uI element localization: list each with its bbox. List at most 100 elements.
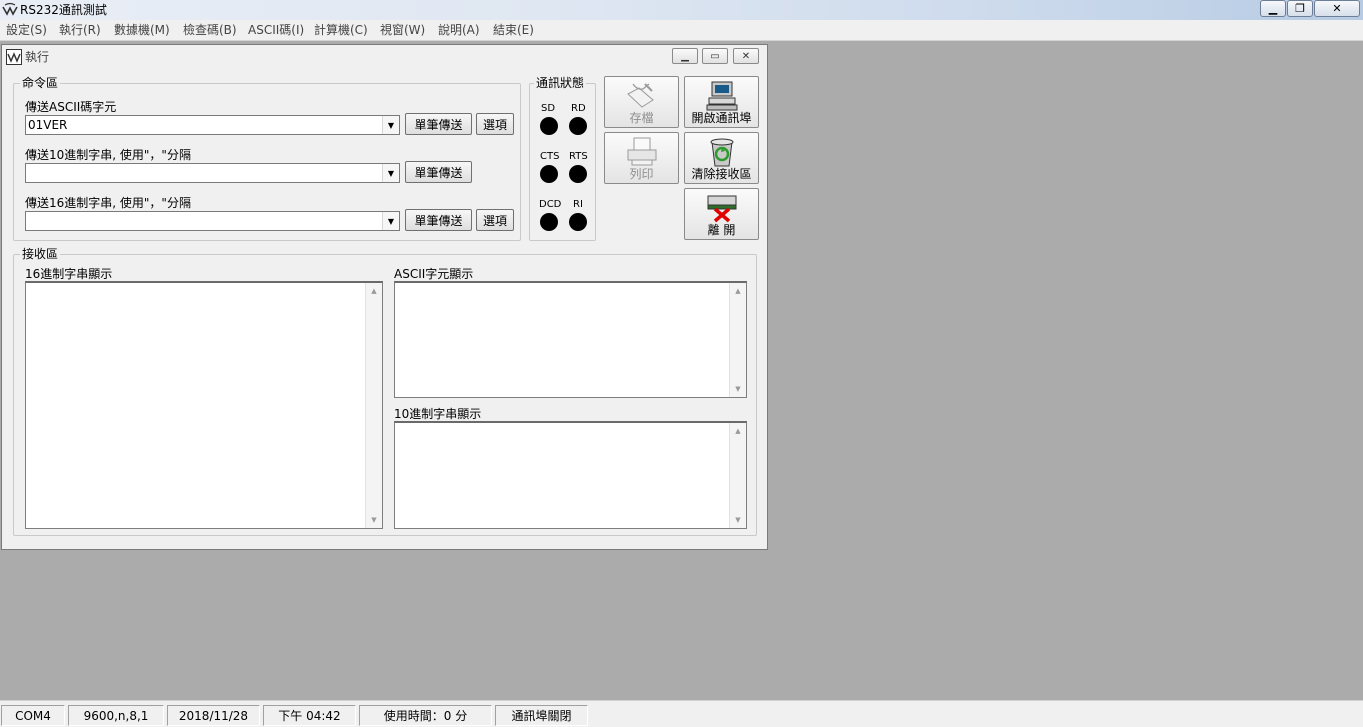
menu-execute[interactable]: 執行(R) (59, 23, 101, 37)
close-icon: ✕ (741, 50, 751, 62)
receive-area: 接收區 16進制字串顯示 ▲ ▼ ASCII字元顯示 ▲ ▼ 10進制字串顯示 … (13, 247, 757, 536)
dcd-indicator (540, 213, 558, 231)
open-port-label: 開啟通訊埠 (691, 111, 752, 125)
menu-checksum[interactable]: 檢查碼(B) (183, 23, 237, 37)
scroll-up-icon[interactable]: ▲ (730, 287, 746, 295)
rd-label: RD (571, 103, 586, 114)
menu-settings[interactable]: 設定(S) (6, 23, 47, 37)
rts-indicator (569, 165, 587, 183)
scroll-down-icon[interactable]: ▼ (366, 516, 382, 524)
cts-label: CTS (540, 151, 560, 162)
status-time: 下午 04:42 (263, 705, 356, 726)
chevron-down-icon[interactable]: ▼ (382, 164, 399, 182)
hex-send-button[interactable]: 單筆傳送 (405, 209, 472, 231)
ascii-send-label: 傳送ASCII碼字元 (25, 100, 117, 114)
hex-combo[interactable]: ▼ (25, 211, 400, 231)
chevron-down-icon[interactable]: ▼ (382, 116, 399, 134)
save-button[interactable]: 存檔 (604, 76, 679, 128)
ascii-display-label: ASCII字元顯示 (394, 267, 474, 281)
title-bar: RS232通訊測試 ▁ ❐ ✕ (0, 0, 1363, 20)
child-logo-icon (6, 49, 22, 65)
recycle-bin-icon (710, 138, 734, 167)
ri-label: RI (573, 199, 583, 210)
leave-button[interactable]: 離 開 (684, 188, 759, 240)
clear-receive-button[interactable]: 清除接收區 (684, 132, 759, 184)
status-date: 2018/11/28 (167, 705, 260, 726)
status-settings: 9600,n,8,1 (68, 705, 164, 726)
hex-display-scrollbar[interactable]: ▲ ▼ (365, 283, 382, 528)
close-button[interactable]: ✕ (1314, 0, 1360, 17)
status-bar: COM4 9600,n,8,1 2018/11/28 下午 04:42 使用時間… (0, 700, 1363, 727)
menu-exit[interactable]: 結束(E) (493, 23, 534, 37)
child-title: 執行 (25, 50, 50, 64)
dec-display[interactable]: ▲ ▼ (394, 421, 747, 529)
receive-area-title: 接收區 (20, 247, 61, 261)
disconnect-icon (707, 195, 737, 223)
ascii-display-scrollbar[interactable]: ▲ ▼ (729, 283, 746, 397)
command-area: 命令區 傳送ASCII碼字元 ▼ 單筆傳送 選項 傳送10進制字串, 使用"，"… (13, 76, 521, 241)
dec-display-label: 10進制字串顯示 (394, 407, 482, 421)
clear-receive-label: 清除接收區 (691, 167, 752, 181)
status-port: COM4 (1, 705, 65, 726)
scroll-down-icon[interactable]: ▼ (730, 385, 746, 393)
hex-options-button[interactable]: 選項 (476, 209, 514, 231)
save-icon (627, 83, 654, 108)
menu-ascii[interactable]: ASCII碼(I) (248, 23, 304, 37)
scroll-down-icon[interactable]: ▼ (730, 516, 746, 524)
maximize-icon: ▭ (710, 50, 720, 62)
ascii-send-button[interactable]: 單筆傳送 (405, 113, 472, 135)
command-area-title: 命令區 (20, 76, 61, 90)
close-icon: ✕ (1332, 2, 1342, 15)
hex-display-label: 16進制字串顯示 (25, 267, 113, 281)
ri-indicator (569, 213, 587, 231)
sd-indicator (540, 117, 558, 135)
rd-indicator (569, 117, 587, 135)
hex-display[interactable]: ▲ ▼ (25, 281, 383, 529)
menu-help[interactable]: 說明(A) (438, 23, 480, 37)
sd-label: SD (541, 103, 556, 114)
hex-input[interactable] (26, 212, 383, 230)
dec-input[interactable] (26, 164, 383, 182)
minimize-icon: ▁ (681, 50, 689, 62)
computer-icon (706, 81, 738, 111)
minimize-icon: ▁ (1268, 2, 1278, 15)
minimize-button[interactable]: ▁ (1260, 0, 1286, 17)
status-usage: 使用時間：0 分 (359, 705, 492, 726)
dec-send-label: 傳送10進制字串, 使用"，"分隔 (25, 148, 191, 162)
scroll-up-icon[interactable]: ▲ (366, 287, 382, 295)
ascii-display[interactable]: ▲ ▼ (394, 281, 747, 398)
app-logo-icon (2, 2, 18, 16)
printer-icon (627, 137, 657, 166)
dec-send-button[interactable]: 單筆傳送 (405, 161, 472, 183)
cts-indicator (540, 165, 558, 183)
child-minimize-button[interactable]: ▁ (672, 48, 698, 64)
child-title-bar: 執行 ▁ ▭ ✕ (2, 45, 767, 69)
restore-button[interactable]: ❐ (1287, 0, 1313, 17)
scroll-up-icon[interactable]: ▲ (730, 427, 746, 435)
comm-status-title: 通訊狀態 (534, 76, 587, 90)
ascii-input[interactable] (26, 116, 383, 134)
leave-label: 離 開 (707, 223, 736, 237)
app-title: RS232通訊測試 (20, 3, 107, 17)
ascii-combo[interactable]: ▼ (25, 115, 400, 135)
menu-calculator[interactable]: 計算機(C) (314, 23, 368, 37)
child-close-button[interactable]: ✕ (733, 48, 759, 64)
menu-bar: 設定(S) 執行(R) 數據機(M) 檢查碼(B) ASCII碼(I) 計算機(… (0, 20, 1363, 41)
ascii-options-button[interactable]: 選項 (476, 113, 514, 135)
chevron-down-icon[interactable]: ▼ (382, 212, 399, 230)
restore-icon: ❐ (1295, 2, 1305, 15)
dcd-label: DCD (539, 199, 562, 210)
dec-display-scrollbar[interactable]: ▲ ▼ (729, 423, 746, 528)
execute-window: 執行 ▁ ▭ ✕ 命令區 傳送ASCII碼字元 ▼ 單筆傳送 選項 傳送10進制… (1, 44, 768, 550)
print-button[interactable]: 列印 (604, 132, 679, 184)
status-state: 通訊埠關閉 (495, 705, 588, 726)
menu-modem[interactable]: 數據機(M) (114, 23, 170, 37)
hex-send-label: 傳送16進制字串, 使用"，"分隔 (25, 196, 191, 210)
rts-label: RTS (569, 151, 588, 162)
comm-status-area: 通訊狀態 SD RD CTS RTS DCD RI (529, 76, 596, 241)
child-maximize-button[interactable]: ▭ (702, 48, 728, 64)
dec-combo[interactable]: ▼ (25, 163, 400, 183)
menu-window[interactable]: 視窗(W) (380, 23, 425, 37)
open-port-button[interactable]: 開啟通訊埠 (684, 76, 759, 128)
save-label: 存檔 (629, 111, 654, 125)
